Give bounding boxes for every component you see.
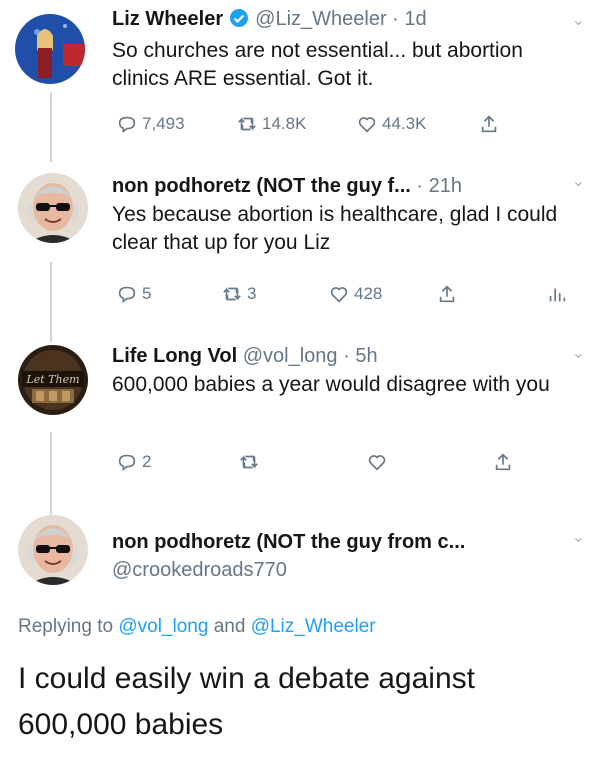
author-handle[interactable]: @vol_long bbox=[243, 345, 338, 367]
reply-icon bbox=[118, 116, 136, 133]
retweet-icon bbox=[238, 117, 256, 131]
avatar[interactable] bbox=[18, 515, 88, 585]
reply-count: 7,493 bbox=[142, 114, 185, 133]
share-button[interactable] bbox=[436, 283, 458, 305]
verified-badge-icon bbox=[229, 8, 249, 35]
reply-count: 2 bbox=[142, 452, 152, 471]
chevron-down-icon[interactable]: ⌄ bbox=[572, 527, 585, 547]
author-handle[interactable]: @Liz_Wheeler bbox=[255, 8, 386, 30]
chevron-down-icon[interactable]: ⌄ bbox=[572, 10, 585, 30]
timestamp[interactable]: · 5h bbox=[343, 345, 377, 367]
reply-button[interactable]: 7,493 bbox=[116, 113, 185, 135]
tweet-header: non podhoretz (NOT the guy from c... bbox=[112, 529, 569, 555]
author-name[interactable]: non podhoretz (NOT the guy from c... bbox=[112, 531, 465, 553]
retweet-icon bbox=[223, 287, 241, 301]
tweet-header: non podhoretz (NOT the guy f... · 21h bbox=[112, 173, 569, 199]
timestamp[interactable]: · 1d bbox=[392, 8, 426, 30]
replying-to-label: Replying to bbox=[18, 616, 114, 637]
retweet-count: 14.8K bbox=[262, 114, 307, 133]
reply-count: 5 bbox=[142, 284, 152, 303]
like-count: 428 bbox=[354, 284, 383, 303]
like-button[interactable]: 428 bbox=[328, 283, 382, 305]
share-icon bbox=[481, 115, 497, 133]
svg-text:Let Them: Let Them bbox=[25, 373, 79, 386]
like-button[interactable] bbox=[366, 451, 388, 473]
retweet-button[interactable] bbox=[238, 451, 260, 473]
timestamp[interactable]: · 21h bbox=[416, 175, 462, 197]
reply-button[interactable]: 2 bbox=[116, 451, 151, 473]
and-label: and bbox=[213, 616, 246, 637]
replying-to: Replying to @vol_long and @Liz_Wheeler bbox=[18, 616, 376, 638]
heart-icon bbox=[330, 287, 348, 303]
avatar[interactable] bbox=[15, 14, 85, 84]
tweet-header: Liz Wheeler @Liz_Wheeler · 1d bbox=[112, 6, 569, 35]
avatar[interactable]: Let Them bbox=[18, 345, 88, 415]
tweet-text: So churches are not essential... but abo… bbox=[112, 39, 523, 90]
share-button[interactable] bbox=[492, 451, 514, 473]
tweet[interactable]: Let Them Life Long Vol @vol_long · 5h 60… bbox=[0, 335, 599, 505]
tweet[interactable]: non podhoretz (NOT the guy f... · 21h Ye… bbox=[0, 165, 599, 335]
reply-button[interactable]: 5 bbox=[116, 283, 151, 305]
retweet-button[interactable]: 14.8K bbox=[236, 113, 306, 135]
share-button[interactable] bbox=[478, 113, 500, 135]
chevron-down-icon[interactable]: ⌄ bbox=[572, 171, 585, 191]
author-name[interactable]: non podhoretz (NOT the guy f... bbox=[112, 175, 411, 197]
heart-icon bbox=[368, 455, 386, 471]
analytics-button[interactable] bbox=[546, 283, 568, 305]
share-icon bbox=[495, 453, 511, 471]
share-icon bbox=[439, 285, 455, 303]
retweet-count: 3 bbox=[247, 284, 257, 303]
like-button[interactable]: 44.3K bbox=[356, 113, 426, 135]
author-handle[interactable]: @crookedroads770 bbox=[112, 557, 569, 583]
focused-tweet-text: I could easily win a debate against 600,… bbox=[18, 662, 475, 741]
author-name[interactable]: Life Long Vol bbox=[112, 345, 237, 367]
heart-icon bbox=[358, 117, 376, 133]
reply-icon bbox=[118, 454, 136, 471]
chevron-down-icon[interactable]: ⌄ bbox=[572, 343, 585, 363]
retweet-button[interactable]: 3 bbox=[221, 283, 256, 305]
like-count: 44.3K bbox=[382, 114, 427, 133]
tweet-header: Life Long Vol @vol_long · 5h bbox=[112, 343, 569, 369]
avatar[interactable] bbox=[18, 173, 88, 243]
author-name[interactable]: Liz Wheeler bbox=[112, 8, 223, 30]
tweet[interactable]: Liz Wheeler @Liz_Wheeler · 1d So churches… bbox=[0, 0, 599, 160]
analytics-icon bbox=[549, 288, 566, 302]
reply-icon bbox=[118, 286, 136, 303]
reply-user-link[interactable]: @Liz_Wheeler bbox=[251, 616, 376, 637]
tweet-text: 600,000 babies a year would disagree wit… bbox=[112, 373, 550, 396]
retweet-icon bbox=[240, 455, 258, 469]
reply-user-link[interactable]: @vol_long bbox=[118, 616, 208, 637]
tweet-text: Yes because abortion is healthcare, glad… bbox=[112, 203, 558, 254]
